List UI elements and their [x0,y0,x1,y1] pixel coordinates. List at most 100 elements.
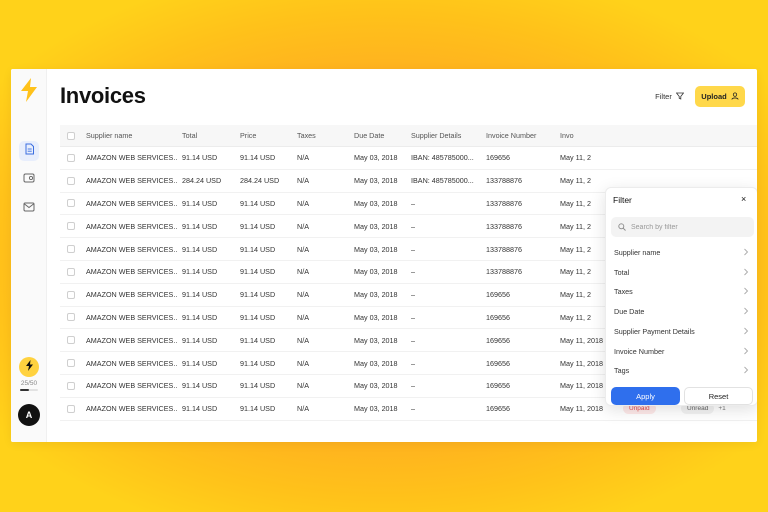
cell-supplier-details: – [411,198,415,208]
row-checkbox[interactable] [67,336,75,345]
cell-invoice-date: May 11, 2018 [560,358,604,368]
row-checkbox[interactable] [67,176,75,185]
mail-icon [23,199,35,217]
cell-invoice-date: May 11, 2 [560,176,592,186]
row-checkbox[interactable] [67,313,75,322]
cell-supplier: AMAZON WEB SERVICES... [86,176,178,186]
cell-invoice-number: 133788876 [486,267,522,277]
filter-option[interactable]: Taxes [606,282,757,301]
filter-option[interactable]: Due Date [606,302,757,321]
row-checkbox[interactable] [67,267,75,276]
row-checkbox[interactable] [67,222,75,231]
column-header-invoice-number[interactable]: Invoice Number [486,125,554,146]
filter-button-label: Filter [655,92,672,101]
cell-invoice-date: May 11, 2 [560,198,592,208]
cell-invoice-number: 169656 [486,335,510,345]
column-header-total[interactable]: Total [182,125,238,146]
cell-supplier-details: – [411,312,415,322]
filter-button[interactable]: Filter [650,88,689,105]
column-header-taxes[interactable]: Taxes [297,125,349,146]
reset-button[interactable]: Reset [684,387,753,405]
cell-total: 284.24 USD [182,176,222,186]
filter-option[interactable]: Supplier Payment Details [606,322,757,341]
close-icon[interactable]: × [741,194,746,204]
cell-supplier-details: – [411,267,415,277]
cell-due-date: May 03, 2018 [354,221,398,231]
chevron-right-icon [743,287,749,297]
row-checkbox[interactable] [67,199,75,208]
filter-option-label: Total [614,267,630,277]
credits-badge[interactable] [19,357,39,377]
cell-due-date: May 03, 2018 [354,358,398,368]
row-checkbox[interactable] [67,359,75,368]
cell-supplier: AMAZON WEB SERVICES... [86,153,178,163]
cell-price: 91.14 USD [240,358,276,368]
cell-supplier-details: – [411,290,415,300]
cell-price: 91.14 USD [240,381,276,391]
sidebar-item-mail[interactable] [19,198,39,218]
apply-button[interactable]: Apply [611,387,680,405]
cell-supplier: AMAZON WEB SERVICES... [86,244,178,254]
cell-price: 91.14 USD [240,290,276,300]
cell-total: 91.14 USD [182,290,218,300]
row-checkbox[interactable] [67,381,75,390]
cell-supplier-details: IBAN: 485785000... [411,176,474,186]
filter-option-label: Supplier name [614,248,661,257]
cell-invoice-date: May 11, 2018 [560,381,604,391]
row-checkbox[interactable] [67,153,75,162]
cell-supplier: AMAZON WEB SERVICES... [86,312,178,322]
filter-option[interactable]: Total [606,263,757,282]
cell-due-date: May 03, 2018 [354,381,398,391]
filter-option-label: Supplier Payment Details [614,326,695,336]
chevron-right-icon [743,347,749,357]
cell-invoice-number: 169656 [486,153,510,163]
cell-invoice-number: 133788876 [486,176,522,186]
document-icon [24,142,35,160]
cell-due-date: May 03, 2018 [354,267,398,277]
row-checkbox[interactable] [67,245,75,254]
cell-invoice-date: May 11, 2 [560,153,592,163]
cell-supplier: AMAZON WEB SERVICES... [86,335,178,345]
cell-supplier-details: – [411,358,415,368]
column-header-invoice-date[interactable]: Invo [560,125,606,146]
cell-invoice-number: 133788876 [486,221,522,231]
cell-supplier-details: – [411,404,415,414]
cell-total: 91.14 USD [182,244,218,254]
column-header-due-date[interactable]: Due Date [354,125,412,146]
cell-total: 91.14 USD [182,358,218,368]
cell-price: 91.14 USD [240,198,276,208]
column-header-supplier[interactable]: Supplier name [86,125,178,146]
cell-invoice-date: May 11, 2 [560,267,592,277]
cell-taxes: N/A [297,358,309,368]
sidebar-item-wallet[interactable] [19,169,39,189]
cell-taxes: N/A [297,335,309,345]
chevron-right-icon [743,307,749,317]
cell-supplier-details: – [411,335,415,345]
filter-option[interactable]: Invoice Number [606,342,757,361]
cell-supplier: AMAZON WEB SERVICES... [86,267,178,277]
upload-button[interactable]: Upload [695,86,745,107]
chevron-right-icon [743,268,749,278]
cell-invoice-date: May 11, 2 [560,221,592,231]
more-tags-count[interactable]: +1 [718,405,725,412]
lightning-icon [25,358,34,376]
row-checkbox[interactable] [67,290,75,299]
cell-supplier: AMAZON WEB SERVICES... [86,358,178,368]
cell-due-date: May 03, 2018 [354,176,398,186]
column-header-supplier-details[interactable]: Supplier Details [411,125,483,146]
cell-taxes: N/A [297,221,309,231]
chevron-right-icon [743,248,749,258]
filter-search-field[interactable] [611,217,754,237]
wallet-icon [23,170,35,188]
filter-option[interactable]: Tags [606,361,757,380]
select-all-checkbox[interactable] [67,131,75,140]
filter-option[interactable]: Supplier name [606,243,757,262]
filter-search-input[interactable] [631,223,746,231]
column-header-price[interactable]: Price [240,125,294,146]
filter-popover-title: Filter [613,195,632,205]
table-row[interactable]: AMAZON WEB SERVICES... 91.14 USD 91.14 USD… [60,147,757,170]
sidebar-item-invoices[interactable] [19,141,39,161]
cell-total: 91.14 USD [182,267,218,277]
avatar[interactable]: A [18,404,40,426]
row-checkbox[interactable] [67,404,75,413]
